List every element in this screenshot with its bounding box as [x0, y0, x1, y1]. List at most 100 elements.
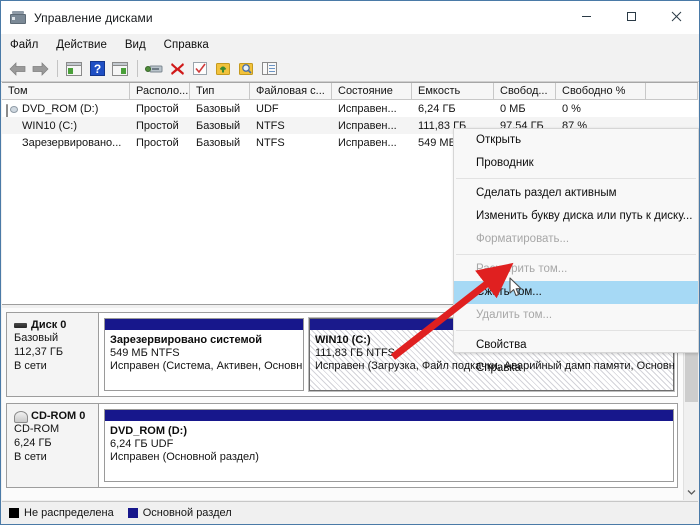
- disk-status: В сети: [14, 451, 47, 463]
- toolbar: ?: [1, 56, 699, 82]
- volume-list-header: Том Располо... Тип Файловая с... Состоян…: [2, 83, 698, 100]
- cell-free: 0 МБ: [500, 102, 526, 115]
- column-header-filler: [646, 83, 698, 99]
- cell-filesystem: NTFS: [256, 119, 285, 132]
- window-controls: [564, 1, 699, 32]
- column-header-free[interactable]: Свобод...: [494, 83, 556, 99]
- context-menu-item-properties[interactable]: Свойства: [454, 334, 698, 357]
- context-menu-item-mark-active[interactable]: Сделать раздел активным: [454, 182, 698, 205]
- context-menu: Открыть Проводник Сделать раздел активны…: [453, 128, 699, 374]
- check-icon[interactable]: [189, 58, 211, 80]
- legend-label-primary: Основной раздел: [142, 506, 232, 519]
- context-menu-separator: [456, 178, 696, 179]
- column-header-volume[interactable]: Том: [2, 83, 130, 99]
- partition-name: Зарезервировано системой: [110, 334, 262, 346]
- maximize-button[interactable]: [609, 1, 654, 32]
- context-menu-item-help[interactable]: Справка: [454, 357, 698, 380]
- title-bar: Управление дисками: [1, 1, 699, 34]
- toolbar-separator: [57, 60, 58, 77]
- cell-layout: Простой: [136, 136, 179, 149]
- context-menu-item-delete-volume: Удалить том...: [476, 309, 553, 321]
- menu-item-help[interactable]: Справка: [164, 37, 218, 53]
- column-header-type[interactable]: Тип: [190, 83, 250, 99]
- properties-window-icon[interactable]: [109, 58, 131, 80]
- cell-type: Базовый: [196, 102, 241, 115]
- export-icon[interactable]: [212, 58, 234, 80]
- menu-bar: Файл Действие Вид Справка: [1, 34, 699, 56]
- context-menu-item-shrink-volume[interactable]: Сжать том...: [454, 281, 698, 304]
- partition-size: 549 МБ NTFS: [110, 347, 180, 359]
- cell-capacity: 6,24 ГБ: [418, 102, 456, 115]
- disk-size: 6,24 ГБ: [14, 437, 52, 449]
- show-hide-console-tree-icon[interactable]: [63, 58, 85, 80]
- minimize-button[interactable]: [564, 1, 609, 32]
- hard-disk-icon: [6, 137, 20, 148]
- legend: Не распределена Основной раздел: [2, 501, 698, 523]
- disk-management-window: Управление дисками Файл Действие Вид Спр…: [0, 0, 700, 525]
- partition-system-reserved[interactable]: Зарезервировано системой 549 МБ NTFS Исп…: [104, 318, 304, 391]
- cell-filesystem: NTFS: [256, 136, 285, 149]
- disk-header-cdrom0: CD-ROM 0 CD-ROM 6,24 ГБ В сети: [7, 404, 99, 487]
- context-menu-item-format: Форматировать...: [476, 233, 570, 245]
- disk-row-cdrom0[interactable]: CD-ROM 0 CD-ROM 6,24 ГБ В сети DVD_ROM (…: [6, 403, 678, 488]
- partition-name: DVD_ROM (D:): [110, 425, 187, 437]
- cd-drive-icon: [6, 103, 20, 117]
- hard-disk-icon: [14, 320, 27, 330]
- cell-status: Исправен...: [338, 102, 397, 115]
- legend-swatch-unallocated: [9, 507, 19, 518]
- context-menu-item-change-letter[interactable]: Изменить букву диска или путь к диску...: [454, 205, 698, 228]
- cell-status: Исправен...: [338, 136, 397, 149]
- disk-header-disk0: Диск 0 Базовый 112,37 ГБ В сети: [7, 313, 99, 396]
- partition-color-bar: [105, 319, 303, 330]
- svg-text:?: ?: [93, 62, 100, 76]
- disk-management-icon: [10, 10, 26, 25]
- cell-volume: WIN10 (C:): [22, 119, 77, 132]
- column-header-capacity[interactable]: Емкость: [412, 83, 494, 99]
- hard-disk-icon: [6, 120, 20, 131]
- context-menu-item-extend-volume: Расширить том...: [476, 263, 568, 275]
- disk-name: CD-ROM 0: [31, 410, 86, 422]
- toolbar-separator: [137, 60, 138, 77]
- mouse-cursor: [509, 277, 522, 297]
- help-icon[interactable]: ?: [86, 58, 108, 80]
- cell-type: Базовый: [196, 119, 241, 132]
- menu-item-action[interactable]: Действие: [56, 37, 116, 53]
- partition-size: 6,24 ГБ UDF: [110, 438, 174, 450]
- column-header-layout[interactable]: Располо...: [130, 83, 190, 99]
- disk-name: Диск 0: [31, 319, 67, 331]
- legend-label-unallocated: Не распределена: [24, 506, 114, 519]
- window-title: Управление дисками: [34, 10, 153, 25]
- menu-item-view[interactable]: Вид: [125, 37, 155, 53]
- column-header-status[interactable]: Состояние: [332, 83, 412, 99]
- cell-volume: DVD_ROM (D:): [22, 102, 99, 115]
- rescan-disks-icon[interactable]: [143, 58, 165, 80]
- disk-status: В сети: [14, 360, 47, 372]
- column-header-free-percent[interactable]: Свободно %: [556, 83, 646, 99]
- table-row[interactable]: DVD_ROM (D:) Простой Базовый UDF Исправе…: [2, 100, 698, 117]
- cd-drive-icon: [14, 411, 28, 423]
- cell-type: Базовый: [196, 136, 241, 149]
- context-menu-item-explorer[interactable]: Проводник: [454, 152, 698, 175]
- partition-color-bar: [105, 410, 673, 421]
- cell-status: Исправен...: [338, 119, 397, 132]
- column-header-filesystem[interactable]: Файловая с...: [250, 83, 332, 99]
- cell-free-percent: 0 %: [562, 102, 581, 115]
- chevron-down-icon[interactable]: [684, 485, 699, 500]
- context-menu-separator: [456, 254, 696, 255]
- disk-size: 112,37 ГБ: [14, 346, 64, 358]
- menu-item-file[interactable]: Файл: [10, 37, 47, 53]
- cell-volume: Зарезервировано...: [22, 136, 122, 149]
- find-icon[interactable]: [235, 58, 257, 80]
- close-button[interactable]: [654, 1, 699, 32]
- cell-layout: Простой: [136, 119, 179, 132]
- delete-icon[interactable]: [166, 58, 188, 80]
- forward-arrow-icon[interactable]: [29, 58, 51, 80]
- partition-dvdrom-d[interactable]: DVD_ROM (D:) 6,24 ГБ UDF Исправен (Основ…: [104, 409, 674, 482]
- context-menu-item-open[interactable]: Открыть: [454, 129, 698, 152]
- back-arrow-icon[interactable]: [6, 58, 28, 80]
- legend-item-unallocated: Не распределена: [9, 507, 114, 519]
- details-icon[interactable]: [258, 58, 280, 80]
- context-menu-separator: [456, 330, 696, 331]
- partition-strip-cdrom0: DVD_ROM (D:) 6,24 ГБ UDF Исправен (Основ…: [99, 404, 677, 487]
- legend-swatch-primary: [127, 507, 138, 518]
